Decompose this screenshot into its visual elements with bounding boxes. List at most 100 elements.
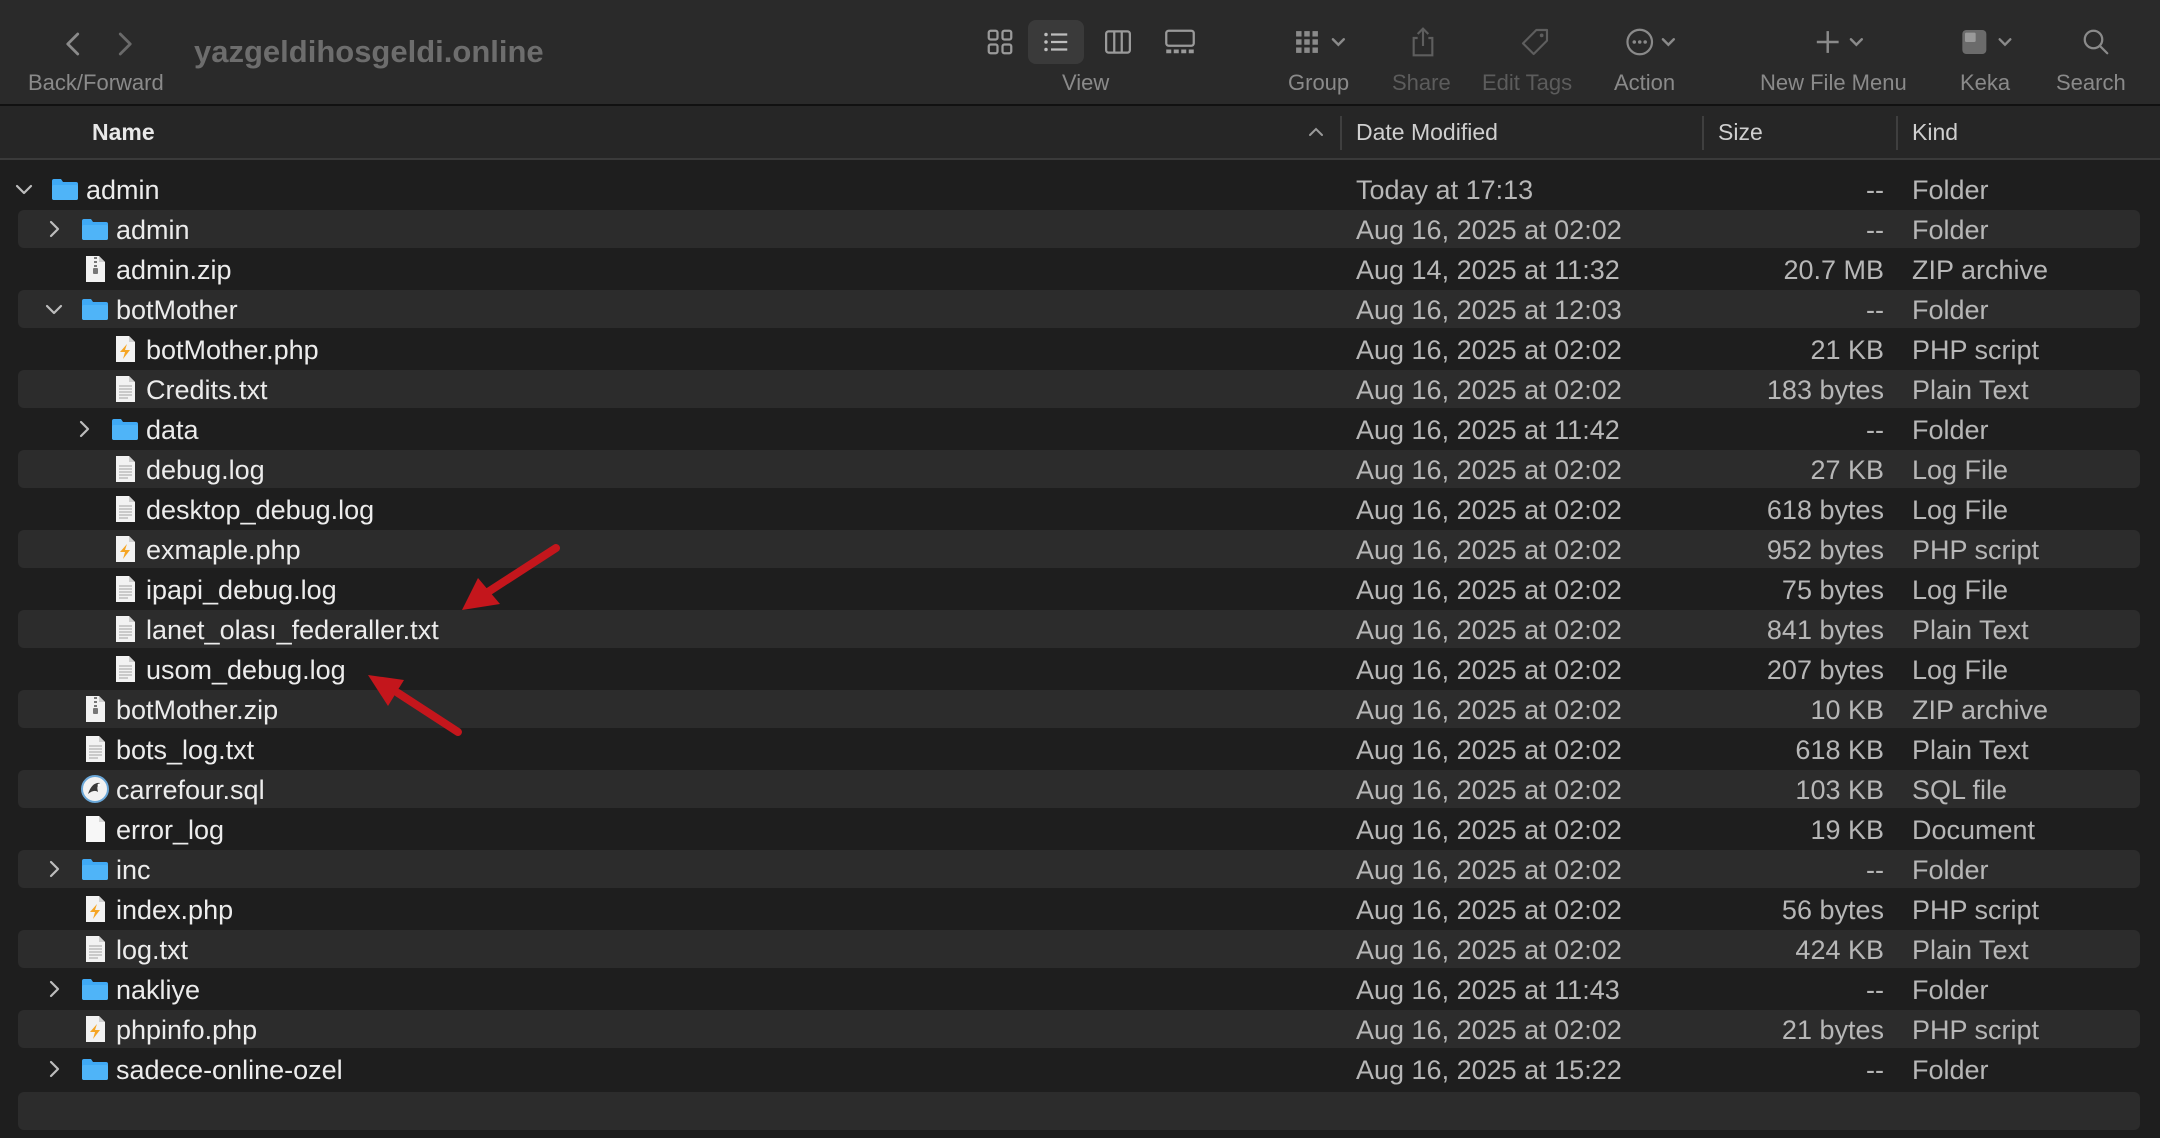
chevron-right-icon[interactable]	[42, 217, 66, 241]
zip-file-icon	[80, 694, 110, 724]
kind-column-header[interactable]: Kind	[1912, 106, 1958, 158]
folder-icon	[80, 294, 110, 324]
chevron-right-icon[interactable]	[72, 417, 96, 441]
keka-app-icon	[1962, 30, 2012, 54]
file-size: 952 bytes	[1766, 535, 1884, 565]
keka-button[interactable]: Keka	[1954, 18, 2034, 100]
file-row[interactable]: nakliye Aug 16, 2025 at 11:43 -- Folder	[18, 970, 2140, 1008]
file-row[interactable]: Credits.txt Aug 16, 2025 at 02:02 183 byte…	[18, 370, 2140, 408]
file-row[interactable]: carrefour.sql Aug 16, 2025 at 02:02 103 KB…	[18, 770, 2140, 808]
search-button[interactable]: Search	[2054, 18, 2140, 100]
file-name: botMother.php	[146, 335, 319, 365]
file-name: sadece-online-ozel	[116, 1055, 343, 1085]
file-kind: Document	[1912, 815, 2036, 845]
forward-button[interactable]	[104, 24, 144, 64]
folder-icon	[80, 214, 110, 244]
list-view-button[interactable]	[1028, 20, 1084, 64]
empty-list-row	[18, 1092, 2140, 1130]
file-size: 618 bytes	[1766, 495, 1884, 525]
size-column-header[interactable]: Size	[1718, 106, 1763, 158]
file-row[interactable]: exmaple.php Aug 16, 2025 at 02:02 952 byte…	[18, 530, 2140, 568]
date-modified: Aug 16, 2025 at 11:43	[1356, 975, 1620, 1005]
search-label: Search	[2056, 70, 2126, 95]
file-row[interactable]: inc Aug 16, 2025 at 02:02 -- Folder	[18, 850, 2140, 888]
date-modified: Today at 17:13	[1356, 175, 1534, 205]
view-label: View	[1062, 70, 1110, 95]
file-size: 21 bytes	[1781, 1015, 1884, 1045]
file-kind: Log File	[1912, 495, 2009, 525]
finder-window: Back/Forward yazgeldihosgeldi.online Vie…	[0, 0, 2160, 1138]
date-modified: Aug 16, 2025 at 15:22	[1356, 1055, 1622, 1085]
date-modified: Aug 16, 2025 at 02:02	[1356, 455, 1622, 485]
file-size: 10 KB	[1810, 695, 1884, 725]
share-label: Share	[1392, 70, 1451, 95]
file-kind: Plain Text	[1912, 615, 2029, 645]
back-forward-group: Back/Forward	[28, 18, 178, 98]
file-row[interactable]: admin Aug 16, 2025 at 02:02 -- Folder	[18, 210, 2140, 248]
file-name: botMother.zip	[116, 695, 279, 725]
file-size: 21 KB	[1810, 335, 1884, 365]
chevron-right-icon[interactable]	[42, 1057, 66, 1081]
column-divider[interactable]	[1896, 116, 1898, 150]
file-name: exmaple.php	[146, 535, 301, 565]
file-row[interactable]: data Aug 16, 2025 at 11:42 -- Folder	[18, 410, 2140, 448]
file-row[interactable]: lanet_olası_federaller.txt Aug 16, 2025 a…	[18, 610, 2140, 648]
gallery-view-button[interactable]	[1152, 20, 1208, 64]
chevron-right-icon[interactable]	[42, 857, 66, 881]
column-divider[interactable]	[1340, 116, 1342, 150]
file-size: 183 bytes	[1766, 375, 1884, 405]
file-row[interactable]: debug.log Aug 16, 2025 at 02:02 27 KB Log F…	[18, 450, 2140, 488]
file-row[interactable]: phpinfo.php Aug 16, 2025 at 02:02 21 bytes…	[18, 1010, 2140, 1048]
date-modified-column-header[interactable]: Date Modified	[1356, 106, 1498, 158]
new-file-menu-button[interactable]: New File Menu	[1760, 18, 1920, 100]
chevron-down-icon[interactable]	[12, 177, 36, 201]
text-file-icon	[110, 654, 140, 684]
file-row[interactable]: sadece-online-ozel Aug 16, 2025 at 15:22 -…	[18, 1050, 2140, 1088]
file-row[interactable]: ipapi_debug.log Aug 16, 2025 at 02:02 75 b…	[18, 570, 2140, 608]
name-column-header[interactable]: Name	[92, 106, 155, 158]
edit-tags-button[interactable]: Edit Tags	[1482, 18, 1582, 100]
share-button[interactable]: Share	[1390, 18, 1460, 100]
action-button[interactable]: Action	[1612, 18, 1692, 100]
file-row[interactable]: admin.zip Aug 14, 2025 at 11:32 20.7 MB ZIP…	[18, 250, 2140, 288]
file-row[interactable]: index.php Aug 16, 2025 at 02:02 56 bytes PH…	[18, 890, 2140, 928]
icon-view-button[interactable]	[972, 20, 1028, 64]
window-title: yazgeldihosgeldi.online	[194, 34, 544, 69]
column-divider[interactable]	[1702, 116, 1704, 150]
file-row[interactable]: error_log Aug 16, 2025 at 02:02 19 KB Docum…	[18, 810, 2140, 848]
php-file-icon	[110, 534, 140, 564]
file-kind: ZIP archive	[1912, 255, 2049, 285]
date-modified: Aug 16, 2025 at 02:02	[1356, 575, 1622, 605]
file-row[interactable]: botMother Aug 16, 2025 at 12:03 -- Folder	[18, 290, 2140, 328]
file-row[interactable]: botMother.zip Aug 16, 2025 at 02:02 10 KB Z…	[18, 690, 2140, 728]
back-button[interactable]	[54, 24, 94, 64]
ellipsis-circle-icon	[1626, 28, 1676, 56]
file-kind: ZIP archive	[1912, 695, 2049, 725]
chevron-right-icon[interactable]	[42, 977, 66, 1001]
file-kind: PHP script	[1912, 335, 2040, 365]
plus-icon	[1816, 31, 1864, 53]
search-icon	[2083, 29, 2109, 55]
file-row[interactable]: usom_debug.log Aug 16, 2025 at 02:02 207 b…	[18, 650, 2140, 688]
date-modified: Aug 16, 2025 at 02:02	[1356, 935, 1622, 965]
file-row[interactable]: botMother.php Aug 16, 2025 at 02:02 21 KB P…	[18, 330, 2140, 368]
columns-icon	[1105, 30, 1131, 54]
file-name: error_log	[116, 815, 225, 845]
file-row[interactable]: desktop_debug.log Aug 16, 2025 at 02:02 61…	[18, 490, 2140, 528]
file-row[interactable]: admin Today at 17:13 -- Folder	[15, 170, 2140, 208]
file-name: admin	[86, 175, 160, 205]
text-file-icon	[110, 614, 140, 644]
date-modified: Aug 16, 2025 at 02:02	[1356, 855, 1622, 885]
file-kind: Folder	[1912, 175, 1989, 205]
chevron-down-icon[interactable]	[42, 297, 66, 321]
file-kind: PHP script	[1912, 895, 2040, 925]
group-button[interactable]: Group	[1282, 18, 1362, 100]
text-file-icon	[110, 494, 140, 524]
file-row[interactable]: log.txt Aug 16, 2025 at 02:02 424 KB Plain …	[18, 930, 2140, 968]
column-view-button[interactable]	[1090, 20, 1146, 64]
file-row[interactable]: bots_log.txt Aug 16, 2025 at 02:02 618 KB P…	[18, 730, 2140, 768]
file-size: --	[1866, 175, 1884, 205]
date-modified: Aug 16, 2025 at 02:02	[1356, 615, 1622, 645]
date-modified: Aug 16, 2025 at 02:02	[1356, 695, 1622, 725]
file-size: 207 bytes	[1766, 655, 1884, 685]
